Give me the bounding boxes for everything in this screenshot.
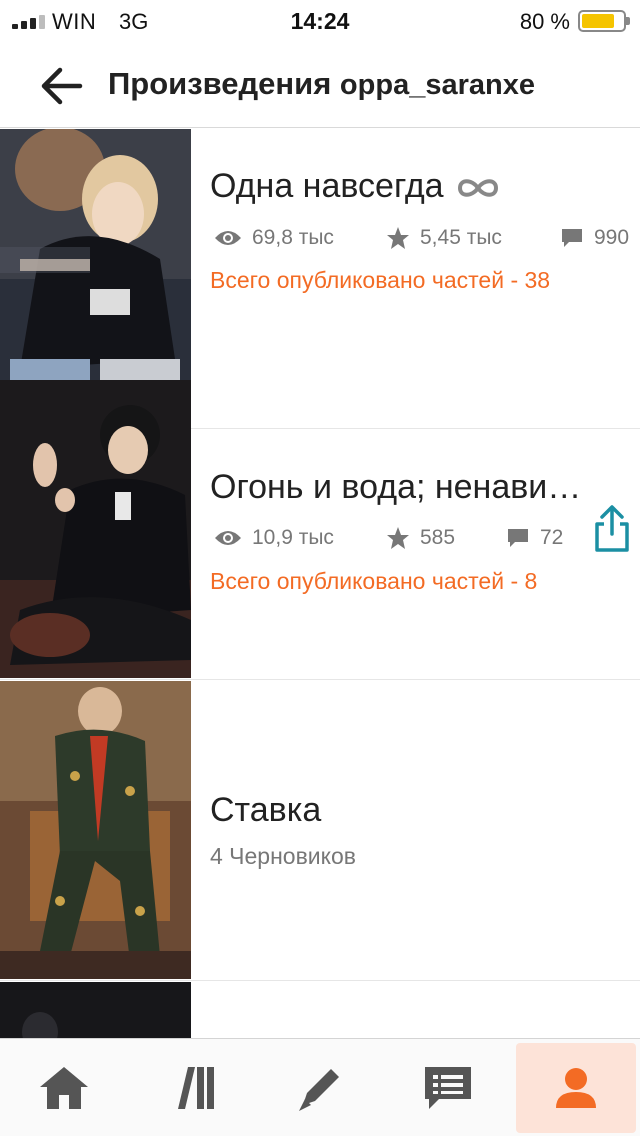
reads-value: 10,9 тыс xyxy=(252,526,334,549)
home-icon xyxy=(40,1067,88,1109)
story-cover-image[interactable] xyxy=(0,380,191,678)
library-icon xyxy=(178,1067,214,1109)
page-title: Произведения oppa_saranxe xyxy=(108,66,535,102)
published-parts: Всего опубликовано частей - 38 xyxy=(210,267,551,293)
comments-count: 72 xyxy=(506,523,563,553)
messages-icon xyxy=(425,1067,471,1109)
story-stats: 10,9 тыс 585 72 xyxy=(210,523,640,553)
tab-messages[interactable] xyxy=(384,1039,512,1136)
header: Произведения oppa_saranxe xyxy=(0,42,640,128)
votes-value: 5,45 тыс xyxy=(420,226,502,249)
published-parts: Всего опубликовано частей - 8 xyxy=(210,568,538,594)
eye-icon xyxy=(215,231,241,245)
star-icon xyxy=(387,527,409,549)
share-icon xyxy=(595,505,629,552)
story-cover-image[interactable] xyxy=(0,982,191,1038)
story-title[interactable]: Огонь и вода; ненави… xyxy=(210,468,581,507)
story-title-text: Одна навсегда xyxy=(210,167,444,205)
tab-profile[interactable] xyxy=(516,1043,636,1133)
comment-icon xyxy=(562,229,582,247)
reads-count: 69,8 тыс xyxy=(214,223,334,253)
back-button[interactable] xyxy=(36,60,88,112)
write-icon xyxy=(299,1069,339,1111)
star-icon xyxy=(387,227,409,249)
tab-home[interactable] xyxy=(0,1039,128,1136)
reads-count: 10,9 тыс xyxy=(214,523,334,553)
tab-library[interactable] xyxy=(128,1039,256,1136)
battery-fill xyxy=(582,14,614,28)
story-stats: 69,8 тыс 5,45 тыс 990 xyxy=(210,223,640,253)
share-button[interactable] xyxy=(592,504,632,554)
tab-bar xyxy=(0,1038,640,1136)
votes-count: 585 xyxy=(386,523,455,553)
tab-write[interactable] xyxy=(256,1039,384,1136)
comment-icon xyxy=(508,529,528,547)
eye-icon xyxy=(215,531,241,545)
page-title-username: oppa_saranxe xyxy=(339,69,535,101)
story-cover-image[interactable] xyxy=(0,681,191,979)
page-title-label: Произведения xyxy=(108,66,332,101)
battery-icon xyxy=(578,10,630,32)
arrow-left-icon xyxy=(41,67,83,105)
comments-count: 990 xyxy=(560,223,629,253)
reads-value: 69,8 тыс xyxy=(252,226,334,249)
comments-value: 990 xyxy=(594,226,630,249)
drafts-count: 4 Черновиков xyxy=(210,843,356,869)
story-info: Огонь и вода; ненави… 10,9 тыс 585 72 Вс… xyxy=(210,380,640,680)
infinity-icon xyxy=(458,179,499,197)
story-info: Ставка 4 Черновиков xyxy=(210,681,640,981)
story-title[interactable]: Ставка xyxy=(210,791,321,830)
profile-icon xyxy=(556,1068,596,1108)
story-item[interactable]: Ставка 4 Черновиков xyxy=(0,681,640,981)
votes-value: 585 xyxy=(420,526,456,549)
battery-percentage: 80 % xyxy=(519,9,570,34)
status-bar: WIN 3G 14:24 80 % xyxy=(0,0,640,42)
story-item[interactable]: Огонь и вода; ненави… 10,9 тыс 585 72 Вс… xyxy=(0,380,640,680)
story-item[interactable] xyxy=(0,982,640,1038)
comments-value: 72 xyxy=(540,526,564,549)
votes-count: 5,45 тыс xyxy=(386,223,502,253)
story-title[interactable]: Одна навсегда xyxy=(210,167,501,206)
